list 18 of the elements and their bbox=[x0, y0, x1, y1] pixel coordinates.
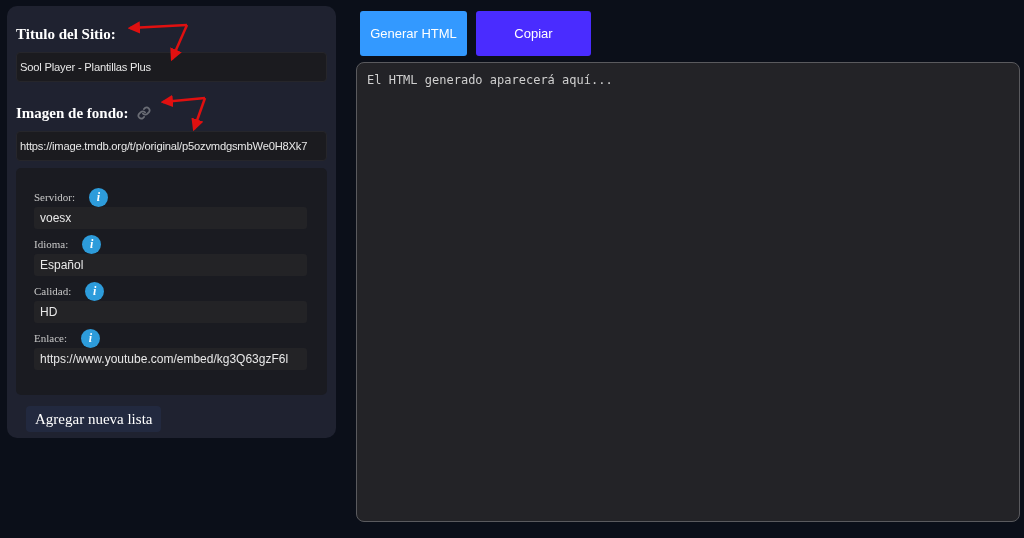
list-input-field[interactable]: HD bbox=[34, 301, 307, 323]
site-title-label: Titulo del Sitio: bbox=[16, 24, 117, 44]
list-input-field[interactable]: https://www.youtube.com/embed/kg3Q63gzF6l bbox=[34, 348, 307, 370]
list-input-field[interactable]: voesx bbox=[34, 207, 307, 229]
annotation-arrow-drawing bbox=[160, 94, 207, 132]
add-list-button[interactable]: Agregar nueva lista bbox=[26, 406, 162, 432]
background-image-field[interactable]: https://image.tmdb.org/t/p/original/p5ozvmdgsmbWe0H8Xk7 bbox=[16, 131, 327, 161]
link-icon bbox=[134, 106, 153, 120]
annotation-arrow-drawing bbox=[127, 21, 189, 62]
field-label: Servidor: bbox=[34, 191, 75, 203]
field-label: Enlace: bbox=[34, 332, 67, 344]
field-label: Idioma: bbox=[34, 238, 69, 250]
html-output-field[interactable]: El HTML generado aparecerá aquí... bbox=[356, 62, 1020, 522]
site-title-field[interactable]: Sool Player - Plantillas Plus bbox=[16, 52, 327, 82]
list-input-field[interactable]: Español bbox=[34, 254, 307, 276]
background-image-label: Imagen de fondo: bbox=[16, 104, 129, 122]
action-button[interactable]: Copiar bbox=[476, 11, 591, 56]
field-label: Calidad: bbox=[34, 285, 72, 297]
